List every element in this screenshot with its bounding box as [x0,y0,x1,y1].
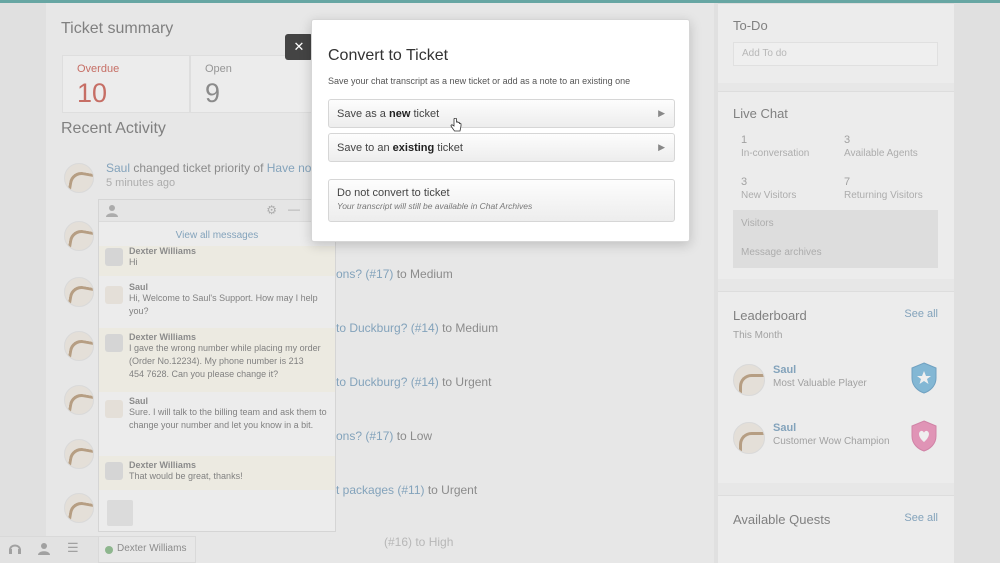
dialog-subtitle: Save your chat transcript as a new ticke… [328,76,631,86]
arrow-right-icon: ▶ [658,108,665,118]
dialog-title: Convert to Ticket [328,47,449,64]
hand-cursor-icon [450,117,462,135]
save-as-new-ticket-button[interactable]: Save as a new ticket ▶ [328,99,675,128]
convert-to-ticket-dialog: Convert to Ticket Save your chat transcr… [311,19,690,242]
do-not-convert-button[interactable]: Do not convert to ticket Your transcript… [328,179,675,222]
close-modal-button[interactable]: ✕ [285,34,313,60]
do-not-convert-hint: Your transcript will still be available … [337,201,533,211]
save-to-existing-ticket-button[interactable]: Save to an existing ticket ▶ [328,133,675,162]
arrow-right-icon: ▶ [658,142,665,152]
